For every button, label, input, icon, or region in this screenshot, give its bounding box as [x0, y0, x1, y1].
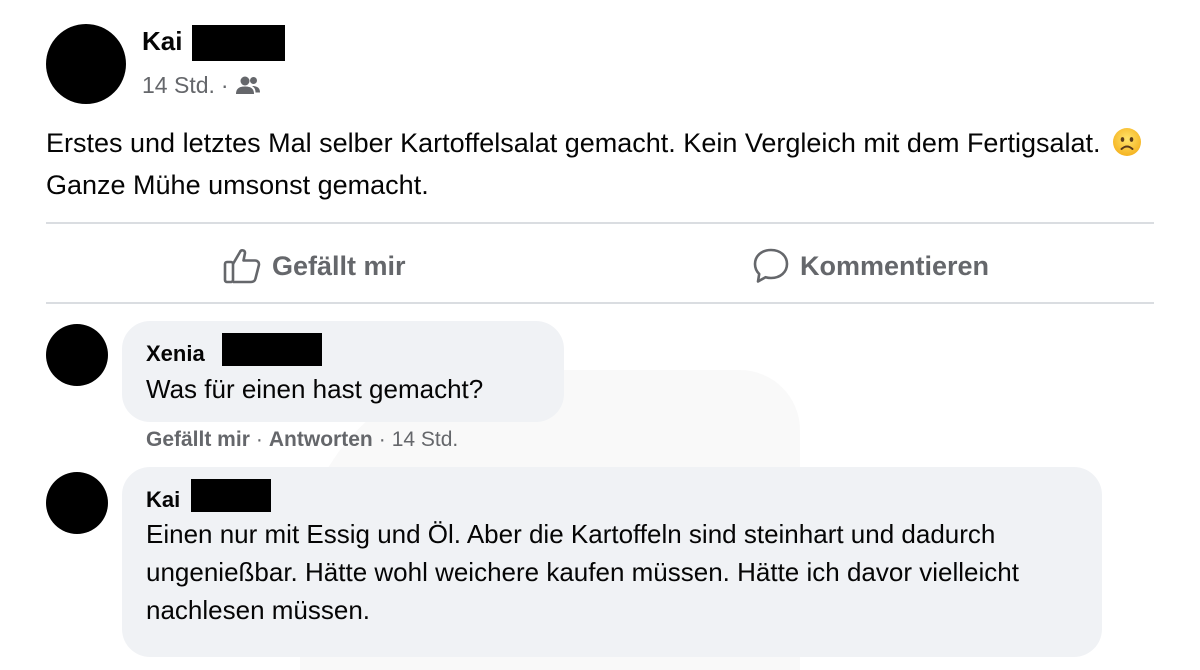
- thumbs-up-icon: [223, 249, 261, 284]
- post-author-avatar[interactable]: [46, 24, 126, 104]
- post-text-part2: Ganze Mühe umsonst gemacht.: [46, 170, 429, 200]
- post-meta: 14 Std. ·: [142, 72, 261, 99]
- comment-text: Was für einen hast gemacht?: [146, 374, 484, 404]
- like-button[interactable]: Gefällt mir: [222, 244, 406, 288]
- comment-timestamp[interactable]: 14 Std.: [392, 428, 459, 452]
- comment-author-name[interactable]: Kai: [146, 487, 180, 513]
- meta-separator: ·: [220, 72, 229, 98]
- redacted-surname: [192, 25, 285, 61]
- comment-label: Kommentieren: [800, 250, 990, 281]
- post-author-name[interactable]: Kai: [142, 26, 182, 57]
- comment-reply-button[interactable]: Antworten: [269, 428, 373, 452]
- divider-top: [46, 222, 1154, 224]
- post-text-part1: Erstes und letztes Mal selber Kartoffels…: [46, 128, 1101, 158]
- comment-author-avatar[interactable]: [46, 324, 108, 386]
- like-label: Gefällt mir: [272, 250, 406, 281]
- comment-author-avatar[interactable]: [46, 472, 108, 534]
- comment-actions: Gefällt mir · Antworten · 14 Std.: [146, 428, 458, 452]
- redacted-surname: [222, 333, 322, 366]
- comment-button[interactable]: Kommentieren: [752, 244, 989, 288]
- post-timestamp[interactable]: 14 Std.: [142, 72, 215, 99]
- friends-icon[interactable]: [235, 75, 261, 97]
- comment-icon: [753, 248, 789, 283]
- comment-text: Einen nur mit Essig und Öl. Aber die Kar…: [146, 519, 1019, 625]
- action-separator: ·: [378, 428, 386, 451]
- frowning-face-emoji-icon: [1112, 127, 1142, 157]
- comment-like-button[interactable]: Gefällt mir: [146, 428, 250, 452]
- divider-bottom: [46, 302, 1154, 304]
- action-separator: ·: [255, 428, 263, 451]
- post-text: Erstes und letztes Mal selber Kartoffels…: [46, 122, 1156, 206]
- comment-author-name[interactable]: Xenia: [146, 341, 205, 367]
- redacted-surname: [191, 479, 271, 512]
